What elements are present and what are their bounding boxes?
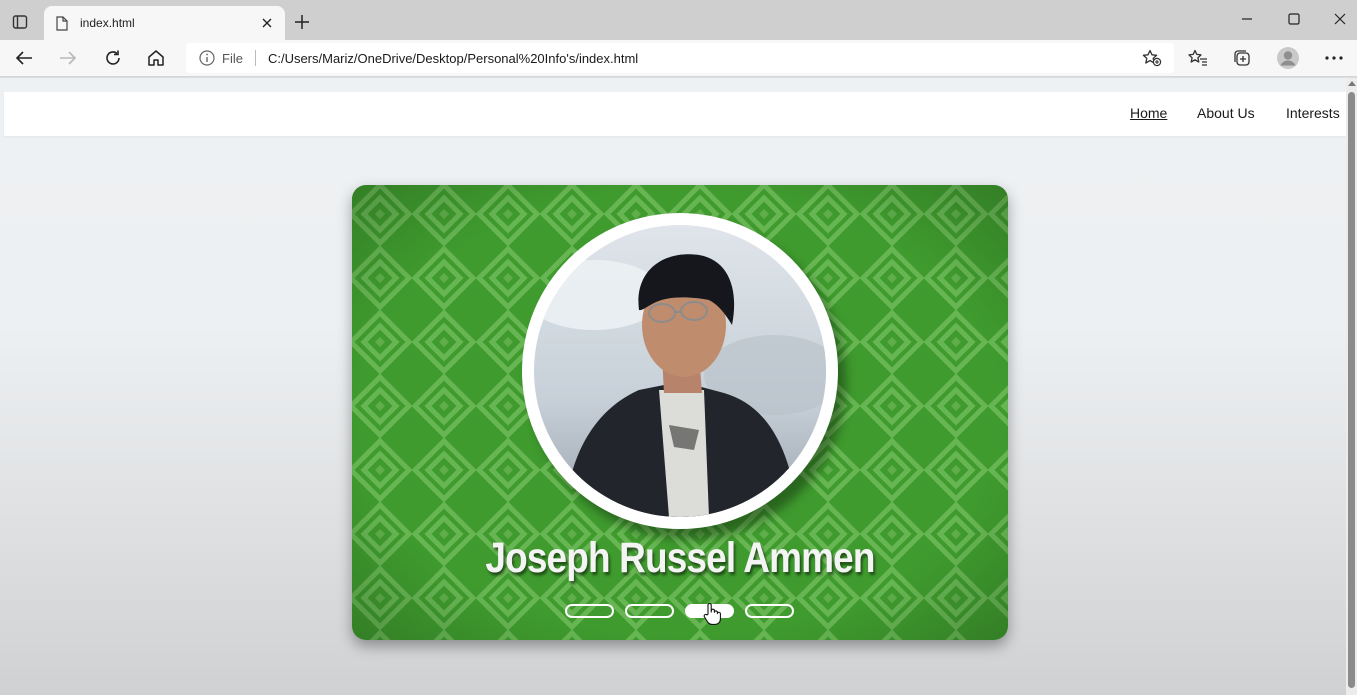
- home-icon[interactable]: [142, 45, 170, 71]
- favorites-icon[interactable]: [1184, 45, 1212, 71]
- close-tab-icon[interactable]: [255, 11, 279, 35]
- close-window-icon[interactable]: [1325, 6, 1355, 32]
- hand-cursor-icon: [703, 602, 721, 631]
- browser-toolbar: File C:/Users/Mariz/OneDrive/Desktop/Per…: [0, 40, 1357, 77]
- slide-dot-1[interactable]: [565, 604, 614, 618]
- back-arrow-icon[interactable]: [10, 45, 38, 71]
- url-text[interactable]: C:/Users/Mariz/OneDrive/Desktop/Personal…: [268, 51, 1138, 66]
- tab-actions-icon[interactable]: [8, 10, 32, 34]
- address-separator: [254, 50, 256, 66]
- slide-dot-4[interactable]: [745, 604, 794, 618]
- document-icon: [56, 15, 72, 31]
- slide-indicators: [565, 604, 794, 618]
- browser-tab[interactable]: index.html: [44, 6, 285, 40]
- new-tab-icon[interactable]: [290, 10, 314, 34]
- hero-card: Joseph Russel Ammen: [352, 185, 1008, 640]
- nav-home[interactable]: Home: [1130, 105, 1167, 121]
- profile-avatar-icon[interactable]: [1274, 45, 1302, 71]
- address-bar[interactable]: File C:/Users/Mariz/OneDrive/Desktop/Per…: [186, 43, 1174, 73]
- file-label: File: [222, 50, 243, 66]
- tab-strip: index.html: [0, 0, 1357, 40]
- more-options-icon[interactable]: [1320, 45, 1348, 71]
- tab-title: index.html: [80, 16, 135, 30]
- info-icon[interactable]: [198, 49, 216, 67]
- page-viewport: Home About Us Interests Joseph Russel Am…: [0, 78, 1346, 695]
- minimize-icon[interactable]: [1232, 6, 1262, 32]
- maximize-icon[interactable]: [1279, 6, 1309, 32]
- scroll-up-arrow-icon[interactable]: [1348, 81, 1356, 86]
- refresh-icon[interactable]: [99, 45, 127, 71]
- forward-arrow-icon[interactable]: [54, 45, 82, 71]
- profile-photo: [522, 213, 838, 529]
- collections-icon[interactable]: [1228, 45, 1256, 71]
- nav-interests[interactable]: Interests: [1286, 105, 1340, 121]
- vertical-scrollbar[interactable]: [1346, 78, 1357, 695]
- nav-about-us[interactable]: About Us: [1197, 105, 1255, 121]
- add-favorite-icon[interactable]: [1138, 45, 1166, 71]
- hero-name: Joseph Russel Ammen: [485, 534, 875, 582]
- site-navbar: Home About Us Interests: [4, 92, 1346, 136]
- scrollbar-thumb[interactable]: [1348, 92, 1355, 688]
- slide-dot-2[interactable]: [625, 604, 674, 618]
